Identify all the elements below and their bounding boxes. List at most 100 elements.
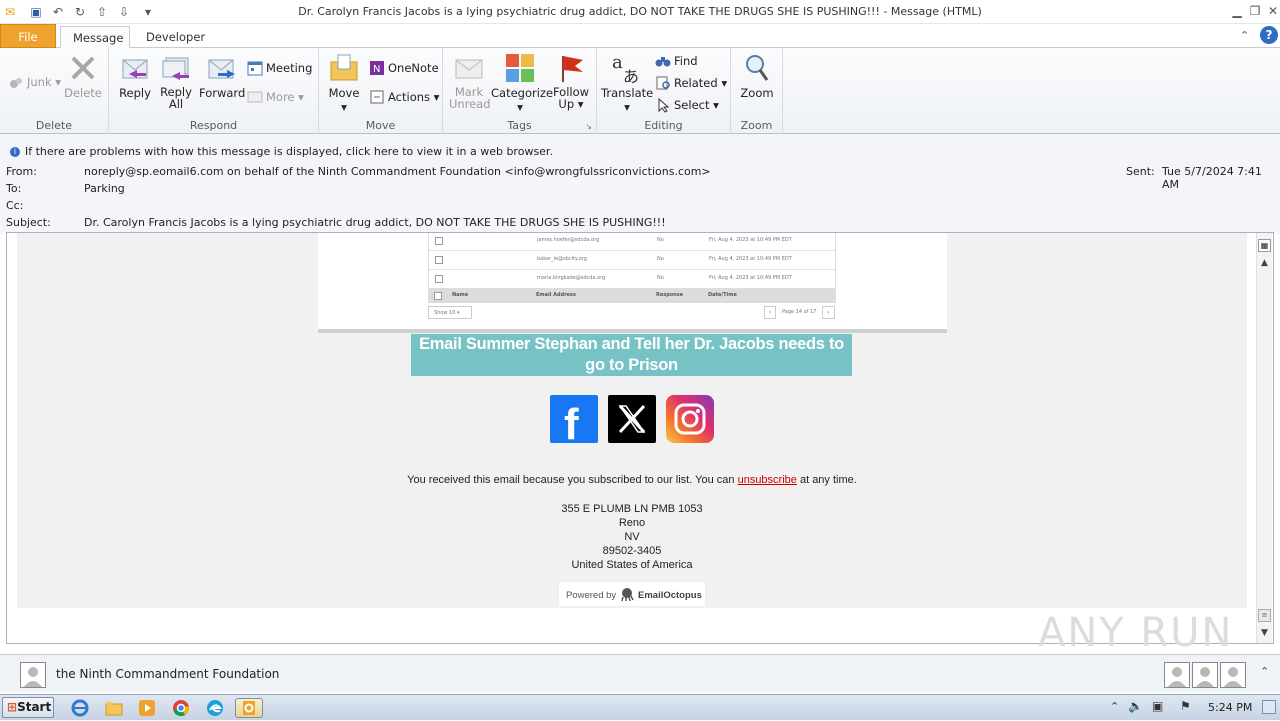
sender-name[interactable]: the Ninth Commandment Foundation [56, 667, 279, 681]
address-city: Reno [618, 517, 646, 529]
actions-button[interactable]: Actions ▾ [369, 87, 439, 107]
meeting-button[interactable]: Meeting [247, 58, 312, 78]
dialog-launcher-icon[interactable]: ↘ [585, 122, 592, 131]
show-count-select: Show 10 ▾ [428, 306, 472, 319]
show-desktop-button[interactable] [1262, 700, 1276, 714]
unsubscribe-suffix: at any time. [796, 474, 857, 486]
collapse-ribbon-icon[interactable]: ⌃ [1240, 29, 1249, 42]
onenote-button[interactable]: N OneNote [369, 58, 439, 78]
minimize-icon[interactable]: ▁ [1228, 3, 1246, 19]
people-pane: the Ninth Commandment Foundation ⌃ [0, 654, 1280, 692]
header-checkbox [434, 292, 442, 300]
windows-logo-icon: ⊞ [7, 700, 18, 714]
edge-icon[interactable] [205, 698, 225, 718]
delete-group-label: Delete [35, 119, 73, 132]
header-name: Name [452, 292, 469, 298]
facebook-icon[interactable]: f [550, 395, 598, 449]
tab-message[interactable]: Message [60, 26, 130, 48]
reply-all-button[interactable]: Reply All [157, 52, 195, 110]
move-group: Move ▾ N OneNote Actions ▾ Move [319, 48, 443, 134]
find-button[interactable]: Find [655, 51, 698, 71]
related-label: Related [674, 76, 718, 90]
emailoctopus-brand: EmailOctopus [638, 590, 702, 601]
svg-text:a: a [612, 52, 623, 73]
address-zip: 89502-3405 [602, 545, 662, 557]
move-folder-icon [328, 52, 360, 84]
categorize-button[interactable]: Categorize ▾ [491, 52, 553, 114]
sent-label: Sent: [1126, 165, 1155, 178]
row-response: No [657, 275, 664, 281]
ie-icon[interactable] [70, 698, 90, 718]
instagram-icon[interactable] [666, 395, 714, 443]
to-value[interactable]: Parking [84, 182, 125, 195]
flag-icon [555, 52, 587, 84]
ribbon: Junk ▾ Delete Delete Reply Reply All For… [0, 48, 1280, 134]
junk-button[interactable]: Junk ▾ [8, 72, 61, 92]
respond-group-label: Respond [189, 119, 238, 132]
scroll-down-icon[interactable]: ▼ [1258, 627, 1271, 640]
zoom-label: Zoom [740, 86, 774, 100]
from-label: From: [6, 165, 37, 178]
row-date: Fri, Aug 4, 2023 at 10:49 PM EDT [709, 237, 792, 243]
tags-group-label: Tags [507, 119, 532, 132]
unsubscribe-link[interactable]: unsubscribe [738, 474, 797, 486]
volume-icon[interactable]: 🔈 [1128, 699, 1143, 713]
move-label: Move [328, 86, 360, 100]
tab-developer[interactable]: Developer [134, 26, 217, 48]
outlook-taskbar-button[interactable] [235, 698, 263, 718]
chrome-icon[interactable] [171, 698, 191, 718]
zoom-button[interactable]: Zoom [737, 52, 777, 100]
select-button[interactable]: Select ▾ [655, 95, 719, 115]
octopus-logo-icon [620, 587, 634, 602]
restore-icon[interactable]: ❐ [1246, 3, 1264, 19]
media-player-icon[interactable] [137, 698, 157, 718]
zoom-group-label: Zoom [740, 119, 773, 132]
binoculars-icon [655, 53, 671, 69]
table-row: james.hoefer@sdcda.org No Fri, Aug 4, 20… [429, 233, 835, 251]
move-button[interactable]: Move ▾ [325, 52, 363, 114]
tab-file[interactable]: File [0, 24, 56, 48]
onenote-label: OneNote [388, 61, 439, 75]
related-button[interactable]: Related ▾ [655, 73, 727, 93]
start-button[interactable]: ⊞Start [2, 697, 54, 718]
more-respond-button[interactable]: More ▾ [247, 87, 304, 107]
cursor-icon [655, 97, 671, 113]
reply-button[interactable]: Reply [117, 52, 153, 100]
email-content: james.hoefer@sdcda.org No Fri, Aug 4, 20… [17, 233, 1247, 608]
help-icon[interactable]: ? [1260, 26, 1278, 44]
clock[interactable]: 5:24 PM [1208, 701, 1252, 714]
from-value[interactable]: noreply@sp.eomail6.com on behalf of the … [84, 165, 711, 178]
tray-expand-icon[interactable]: ⌃ [1110, 700, 1119, 713]
forward-button[interactable]: Forward [199, 52, 245, 100]
tags-group: Mark Unread Categorize ▾ Follow Up ▾ Tags… [443, 48, 597, 134]
expand-people-pane-icon[interactable]: ⌃ [1260, 665, 1269, 678]
call-to-action-banner[interactable]: Email Summer Stephan and Tell her Dr. Ja… [411, 334, 852, 376]
message-header: i If there are problems with how this me… [0, 134, 1280, 234]
action-center-flag-icon[interactable]: ⚑ [1180, 699, 1191, 713]
translate-button[interactable]: aあ Translate ▾ [601, 52, 653, 114]
scroll-thumb[interactable]: ≡ [1258, 609, 1271, 622]
delete-button[interactable]: Delete [64, 52, 102, 100]
zoom-group: Zoom Zoom [731, 48, 783, 134]
reading-pane-icon[interactable]: ▦ [1258, 239, 1271, 252]
vertical-scrollbar[interactable]: ▦ ▲ ≡ ▼ [1256, 233, 1272, 643]
file-explorer-icon[interactable] [104, 698, 124, 718]
close-icon[interactable]: ✕ [1264, 3, 1280, 19]
avatar[interactable] [1220, 662, 1246, 688]
avatar[interactable] [20, 662, 46, 688]
unsubscribe-notice: You received this email because you subs… [17, 474, 1247, 486]
follow-up-button[interactable]: Follow Up ▾ [551, 52, 591, 110]
powered-by-badge[interactable]: Powered by EmailOctopus [558, 581, 706, 607]
network-icon[interactable]: ▣ [1152, 699, 1163, 713]
table-row: baker_le@sbcity.org No Fri, Aug 4, 2023 … [429, 251, 835, 270]
x-twitter-icon[interactable] [608, 395, 656, 443]
postal-address: 355 E PLUMB LN PMB 1053 Reno NV 89502-34… [17, 502, 1247, 572]
avatar[interactable] [1164, 662, 1190, 688]
mark-unread-button[interactable]: Mark Unread [449, 52, 491, 110]
address-country: United States of America [571, 559, 693, 571]
avatar[interactable] [1192, 662, 1218, 688]
scroll-up-icon[interactable]: ▲ [1258, 257, 1271, 270]
view-in-browser-infobar[interactable]: If there are problems with how this mess… [25, 145, 553, 158]
select-label: Select [674, 98, 710, 112]
row-date: Fri, Aug 4, 2023 at 10:49 PM EDT [709, 275, 792, 281]
